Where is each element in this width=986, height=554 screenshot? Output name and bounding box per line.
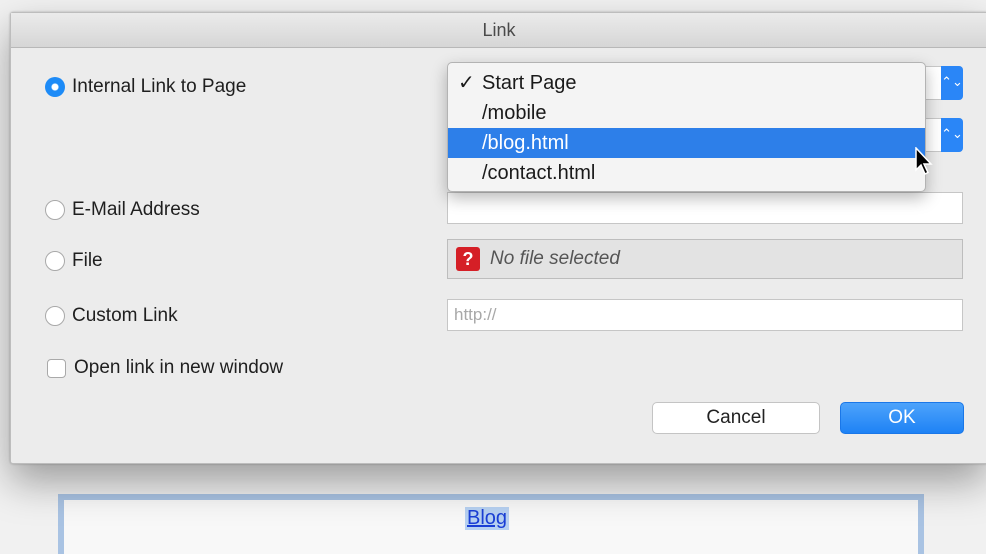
new-window-option[interactable]: Open link in new window	[47, 357, 283, 379]
radio-empty-icon[interactable]	[45, 200, 65, 220]
file-status: No file selected	[490, 248, 620, 269]
email-label: E-Mail Address	[72, 199, 200, 220]
menu-item-blog[interactable]: /blog.html	[448, 128, 925, 158]
menu-item-label: /blog.html	[482, 132, 569, 154]
menu-item-start-page[interactable]: ✓ Start Page	[448, 68, 925, 98]
dialog-title: Link	[11, 13, 986, 48]
mouse-pointer-icon	[915, 147, 933, 176]
blog-link[interactable]: Blog	[465, 507, 510, 530]
email-field[interactable]	[447, 192, 963, 224]
checkbox-icon[interactable]	[47, 358, 66, 378]
radio-selected-icon[interactable]	[45, 77, 65, 97]
menu-item-label: /contact.html	[482, 162, 596, 184]
file-field[interactable]: ? No file selected	[447, 239, 963, 279]
menu-item-contact[interactable]: /contact.html	[448, 158, 925, 188]
menu-item-label: /mobile	[482, 102, 547, 124]
email-option[interactable]: E-Mail Address	[45, 199, 200, 221]
internal-link-label: Internal Link to Page	[72, 76, 247, 97]
page-popup-stepper-icon[interactable]: ⌃⌄	[941, 66, 963, 100]
file-option[interactable]: File	[45, 250, 103, 272]
menu-item-label: Start Page	[482, 72, 577, 94]
custom-link-label: Custom Link	[72, 305, 178, 326]
anchor-popup-stepper-icon[interactable]: ⌃⌄	[941, 118, 963, 152]
custom-link-input[interactable]: http://	[447, 299, 963, 331]
file-label: File	[72, 250, 103, 271]
radio-empty-icon[interactable]	[45, 306, 65, 326]
page-dropdown-menu: ✓ Start Page /mobile /blog.html /contact…	[447, 62, 926, 192]
new-window-label: Open link in new window	[74, 357, 284, 378]
custom-link-placeholder: http://	[454, 305, 497, 324]
internal-link-option[interactable]: Internal Link to Page	[45, 76, 246, 98]
cancel-button[interactable]: Cancel	[652, 402, 820, 434]
ok-button[interactable]: OK	[840, 402, 964, 434]
menu-item-mobile[interactable]: /mobile	[448, 98, 925, 128]
question-mark-icon: ?	[456, 247, 480, 271]
radio-empty-icon[interactable]	[45, 251, 65, 271]
checkmark-icon: ✓	[458, 72, 475, 94]
custom-link-option[interactable]: Custom Link	[45, 305, 178, 327]
